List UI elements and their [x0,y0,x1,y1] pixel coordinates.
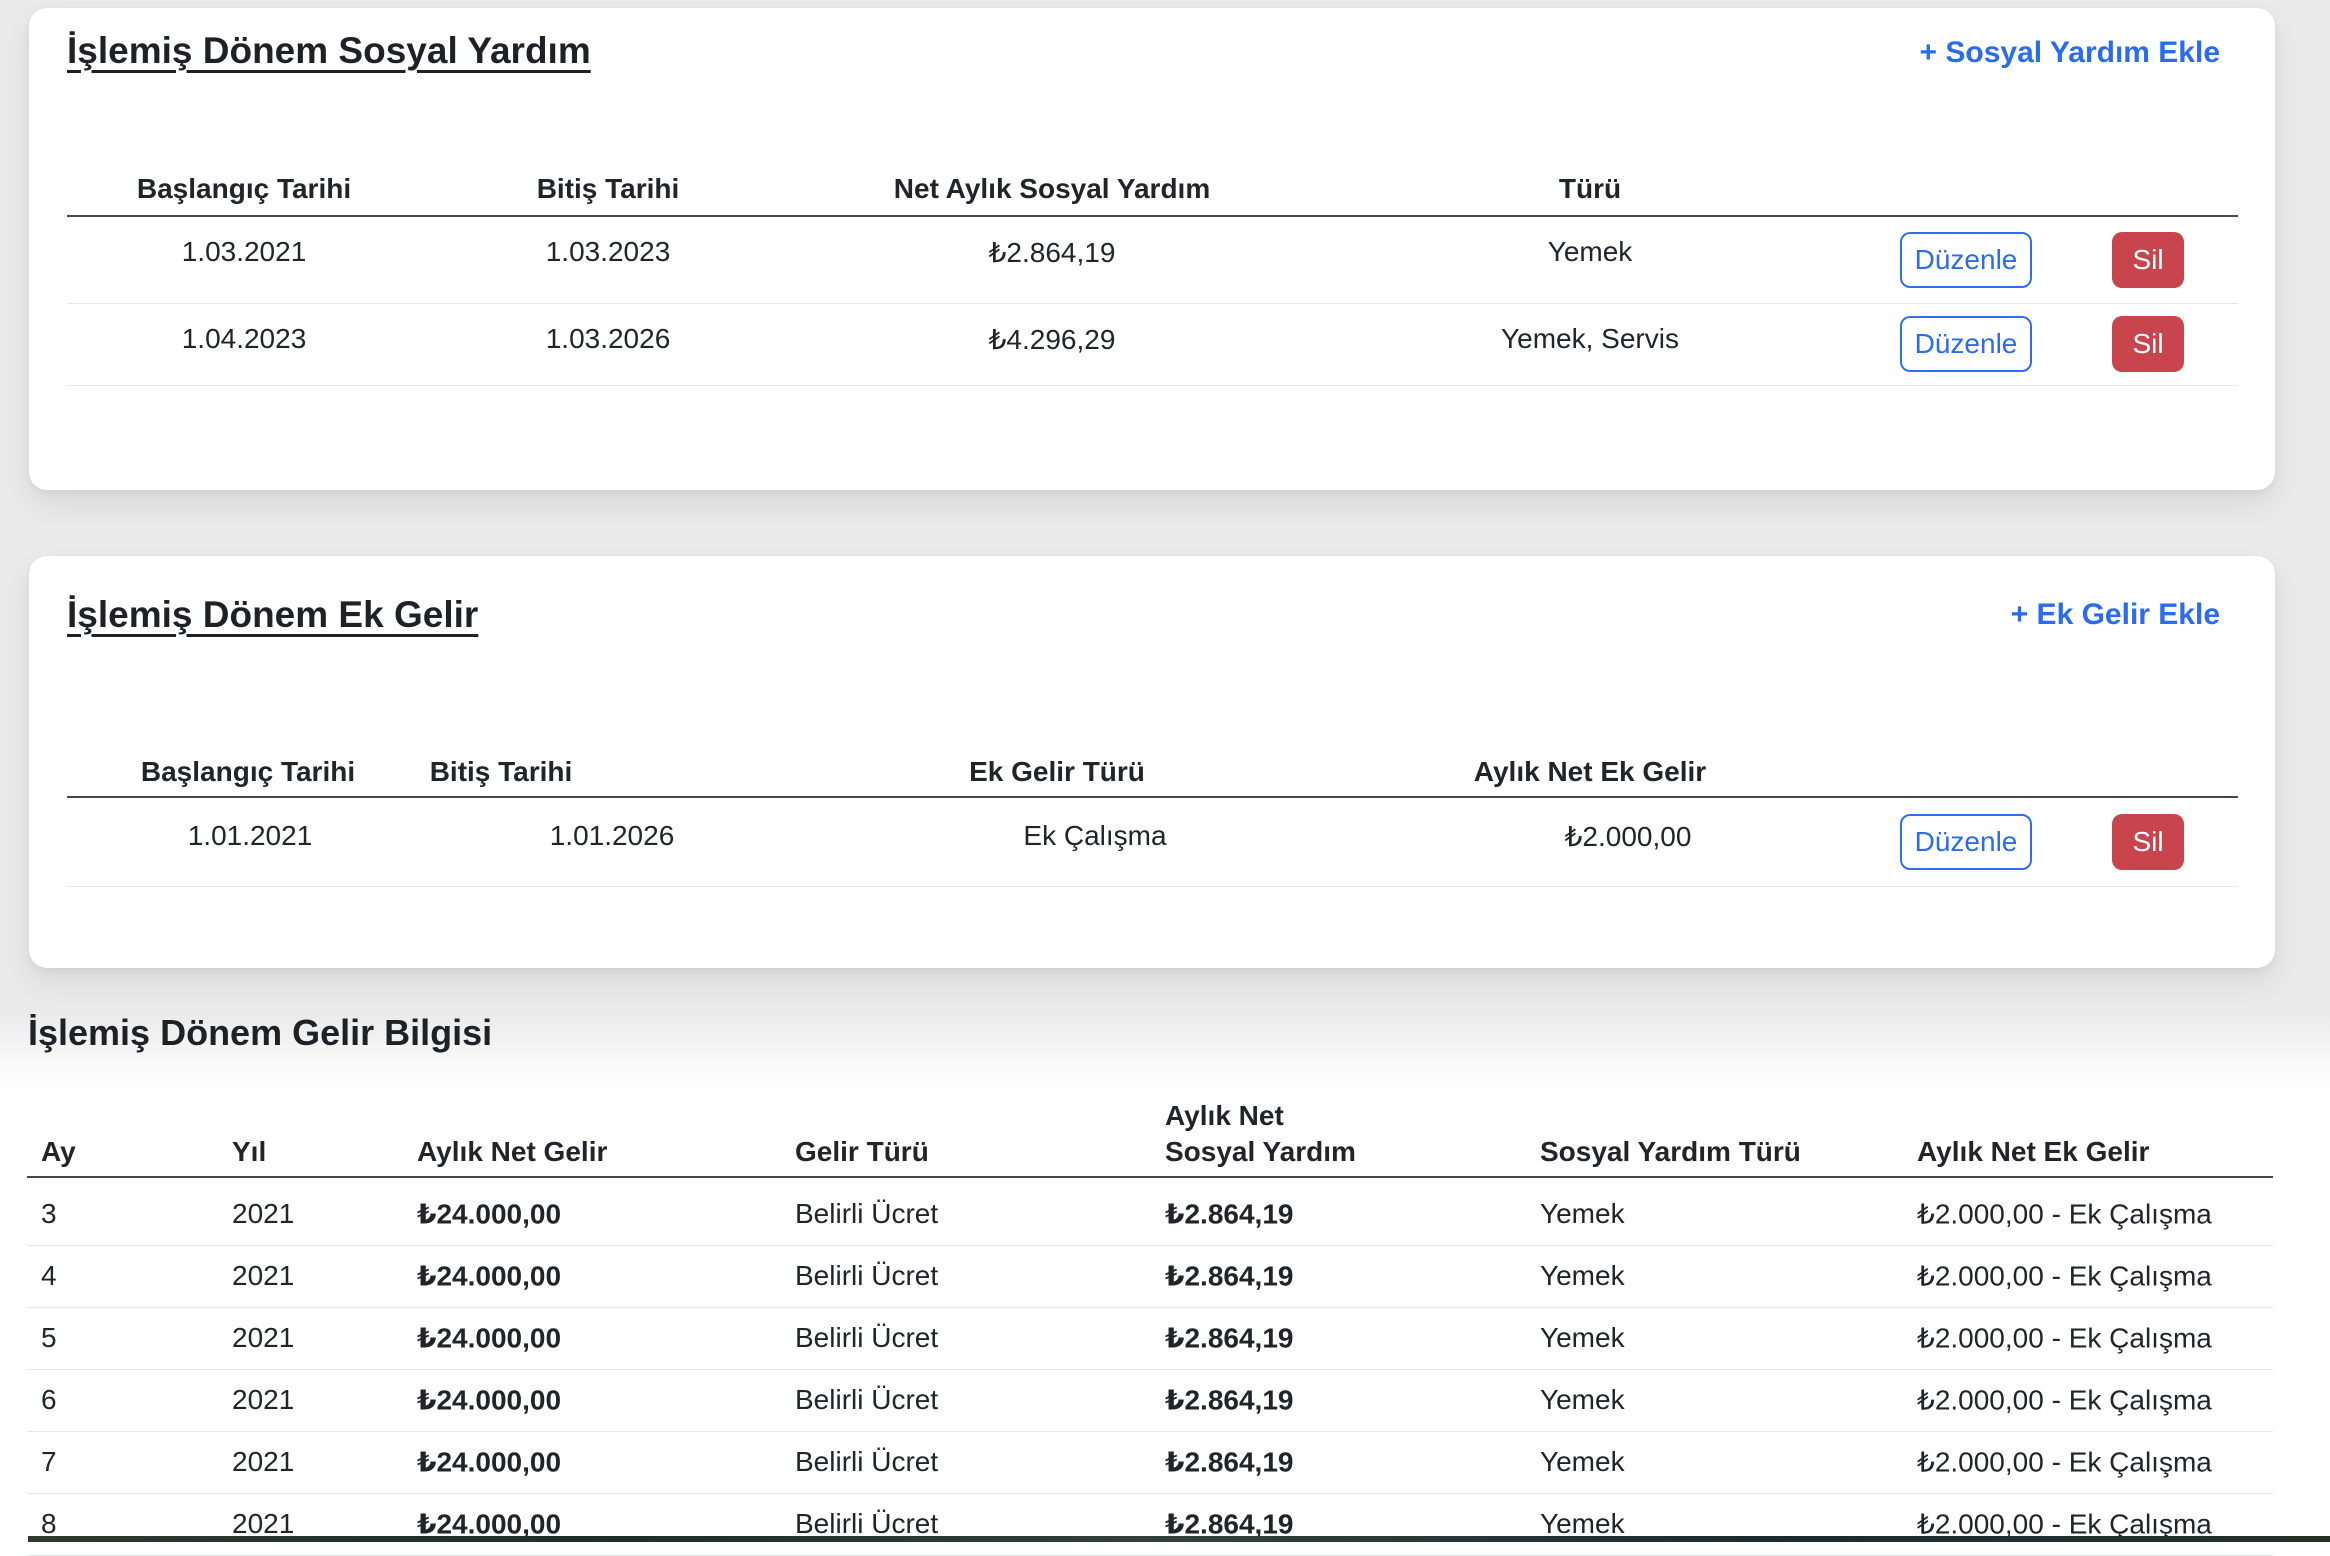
cell-income-type: Belirli Ücret [795,1446,938,1478]
cell-year: 2021 [232,1260,294,1292]
col-header-type: Türü [1559,173,1621,205]
cell-net-income: ₺24.000,00 [417,1198,561,1231]
cell-month: 7 [41,1446,57,1478]
cell-month: 6 [41,1384,57,1416]
table-row: 7 2021 ₺24.000,00 Belirli Ücret ₺2.864,1… [27,1431,2273,1494]
delete-button[interactable]: Sil [2112,232,2184,288]
cell-social-aid-type: Yemek [1540,1446,1625,1478]
extra-income-card: İşlemiş Dönem Ek Gelir + Ek Gelir Ekle B… [29,556,2275,968]
cell-month: 3 [41,1198,57,1230]
cell-social-aid-type: Yemek [1540,1322,1625,1354]
table-row: 1.03.2021 1.03.2023 ₺2.864,19 Yemek Düze… [67,217,2238,304]
cell-extra-income: ₺2.000,00 - Ek Çalışma [1917,1322,2212,1355]
col-header-month: Ay [41,1136,76,1168]
cell-net-income: ₺24.000,00 [417,1446,561,1479]
cell-income-type: Belirli Ücret [795,1384,938,1416]
table-row: 5 2021 ₺24.000,00 Belirli Ücret ₺2.864,1… [27,1307,2273,1370]
col-header-income-type: Ek Gelir Türü [969,756,1145,788]
table-row: 3 2021 ₺24.000,00 Belirli Ücret ₺2.864,1… [27,1183,2273,1246]
income-info-title: İşlemiş Dönem Gelir Bilgisi [28,1012,492,1054]
cell-net-monthly: ₺2.864,19 [989,236,1116,269]
cell-net-monthly: ₺4.296,29 [989,323,1116,356]
cell-social-aid-type: Yemek [1540,1198,1625,1230]
edit-button[interactable]: Düzenle [1900,316,2032,372]
col-header-extra-income: Aylık Net Ek Gelir [1917,1136,2149,1168]
cell-income-type: Belirli Ücret [795,1198,938,1230]
table-row: 6 2021 ₺24.000,00 Belirli Ücret ₺2.864,1… [27,1369,2273,1432]
cell-end-date: 1.01.2026 [550,820,675,852]
cell-end-date: 1.03.2023 [546,236,671,268]
cell-net-income: ₺24.000,00 [417,1260,561,1293]
cell-month: 5 [41,1322,57,1354]
cell-social-aid: ₺2.864,19 [1165,1322,1293,1355]
col-header-end-date: Bitiş Tarihi [537,173,680,205]
cell-social-aid: ₺2.864,19 [1165,1198,1293,1231]
table-row: 4 2021 ₺24.000,00 Belirli Ücret ₺2.864,1… [27,1245,2273,1308]
cell-year: 2021 [232,1446,294,1478]
cell-type: Yemek [1548,236,1633,268]
col-header-income-type: Gelir Türü [795,1136,929,1168]
cell-year: 2021 [232,1198,294,1230]
delete-button[interactable]: Sil [2112,814,2184,870]
col-header-social-aid-type: Sosyal Yardım Türü [1540,1136,1801,1168]
cell-income-type: Belirli Ücret [795,1260,938,1292]
edit-button[interactable]: Düzenle [1900,814,2032,870]
col-header-social-aid-line1: Aylık Net [1165,1100,1284,1132]
add-social-aid-link[interactable]: + Sosyal Yardım Ekle [1920,36,2220,70]
col-header-net-income: Aylık Net Gelir [417,1136,607,1168]
cell-start-date: 1.03.2021 [182,236,307,268]
col-header-start-date: Başlangıç Tarihi [137,173,351,205]
col-header-net-monthly: Aylık Net Ek Gelir [1474,756,1706,788]
table-row: 1.04.2023 1.03.2026 ₺4.296,29 Yemek, Ser… [67,303,2238,386]
table-header-divider [27,1176,2273,1178]
table-row: 8 2021 ₺24.000,00 Belirli Ücret ₺2.864,1… [27,1493,2273,1556]
cell-social-aid: ₺2.864,19 [1165,1384,1293,1417]
cell-start-date: 1.04.2023 [182,323,307,355]
social-aid-card-title: İşlemiş Dönem Sosyal Yardım [67,30,591,72]
col-header-year: Yıl [232,1136,266,1168]
delete-button[interactable]: Sil [2112,316,2184,372]
cell-social-aid-type: Yemek [1540,1260,1625,1292]
cell-net-monthly: ₺2.000,00 [1565,820,1692,853]
col-header-social-aid-line2: Sosyal Yardım [1165,1136,1356,1168]
col-header-end-date: Bitiş Tarihi [430,756,573,788]
cell-extra-income: ₺2.000,00 - Ek Çalışma [1917,1384,2212,1417]
cell-income-type: Ek Çalışma [1023,820,1166,852]
cell-extra-income: ₺2.000,00 - Ek Çalışma [1917,1446,2212,1479]
cell-end-date: 1.03.2026 [546,323,671,355]
cell-type: Yemek, Servis [1501,323,1679,355]
cell-net-income: ₺24.000,00 [417,1322,561,1355]
col-header-start-date: Başlangıç Tarihi [141,756,355,788]
cell-net-income: ₺24.000,00 [417,1384,561,1417]
cell-year: 2021 [232,1322,294,1354]
table-row: 1.01.2021 1.01.2026 Ek Çalışma ₺2.000,00… [67,798,2238,887]
cell-start-date: 1.01.2021 [188,820,313,852]
edit-button[interactable]: Düzenle [1900,232,2032,288]
cell-month: 4 [41,1260,57,1292]
cell-social-aid: ₺2.864,19 [1165,1446,1293,1479]
cell-year: 2021 [232,1384,294,1416]
cell-social-aid-type: Yemek [1540,1384,1625,1416]
social-aid-card: İşlemiş Dönem Sosyal Yardım + Sosyal Yar… [29,8,2275,490]
cell-extra-income: ₺2.000,00 - Ek Çalışma [1917,1260,2212,1293]
add-extra-income-link[interactable]: + Ek Gelir Ekle [2011,598,2220,632]
extra-income-card-title: İşlemiş Dönem Ek Gelir [67,594,478,636]
col-header-net-monthly: Net Aylık Sosyal Yardım [894,173,1210,205]
desktop-edge [28,1536,2330,1542]
cell-income-type: Belirli Ücret [795,1322,938,1354]
cell-social-aid: ₺2.864,19 [1165,1260,1293,1293]
cell-extra-income: ₺2.000,00 - Ek Çalışma [1917,1198,2212,1231]
